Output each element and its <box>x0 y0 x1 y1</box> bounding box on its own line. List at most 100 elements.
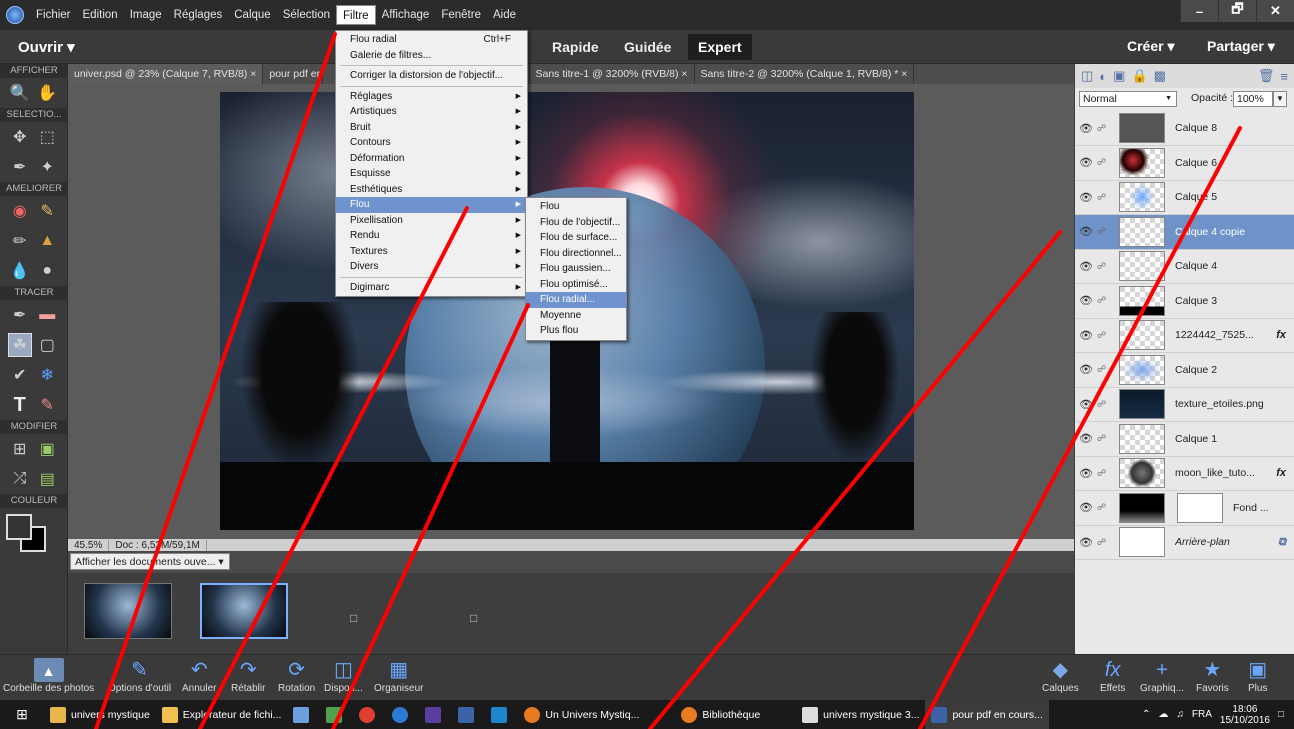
taskbar-item-active[interactable]: pour pdf en cours... <box>925 700 1049 729</box>
blur-submenu-item[interactable]: Flou radial... <box>526 292 626 308</box>
layer-row[interactable]: 👁 ☍ Calque 1 <box>1075 422 1294 457</box>
taskbar-item[interactable]: univers mystique <box>44 700 156 729</box>
rotate-button[interactable]: ⟳ Rotation <box>278 657 315 694</box>
content-aware-move-icon[interactable]: ⤮ <box>8 467 32 491</box>
layer-row[interactable]: 👁 ☍ Arrière-plan ⧉ <box>1075 525 1294 560</box>
eye-icon[interactable]: 👁 <box>1075 225 1097 238</box>
crop-icon[interactable]: ⊞ <box>8 437 32 461</box>
network-icon[interactable]: ☁ <box>1158 709 1168 720</box>
eye-icon[interactable]: 👁 <box>1075 329 1097 342</box>
blur-submenu-item[interactable]: Flou de l'objectif... <box>526 215 626 231</box>
menu-selection[interactable]: Sélection <box>277 5 336 25</box>
layer-row[interactable]: 👁 ☍ Fond ... <box>1075 491 1294 526</box>
filter-menu-item[interactable]: Flou radial Ctrl+F <box>336 32 527 48</box>
link-icon[interactable]: ☍ <box>1097 537 1111 548</box>
blur-submenu-item[interactable]: Flou de surface... <box>526 230 626 246</box>
taskbar-item[interactable]: Explorateur de fichi... <box>156 700 288 729</box>
lock-transparency-icon[interactable]: ▩ <box>1154 68 1166 84</box>
taskbar-item[interactable]: Bibliothèque <box>675 700 766 729</box>
photo-bin-button[interactable]: ▲ Corbeille des photos <box>3 657 94 694</box>
tray-chevron-icon[interactable]: ⌃ <box>1142 709 1150 720</box>
more-button[interactable]: ▣ Plus <box>1248 657 1267 694</box>
blur-submenu-item[interactable]: Flou gaussien... <box>526 261 626 277</box>
menu-image[interactable]: Image <box>124 5 168 25</box>
eye-icon[interactable]: 👁 <box>1075 398 1097 411</box>
effects-button[interactable]: fx Effets <box>1100 657 1125 694</box>
filter-menu-item[interactable]: Digimarc ▶ <box>336 280 527 296</box>
eye-icon[interactable]: 👁 <box>1075 467 1097 480</box>
recompose-icon[interactable]: ▣ <box>35 437 59 461</box>
layer-mask-icon[interactable]: ▣ <box>1113 68 1125 84</box>
filter-menu-item[interactable]: Esquisse ▶ <box>336 166 527 182</box>
show-open-docs-dropdown[interactable]: Afficher les documents ouve... ▾ <box>70 553 230 570</box>
filter-menu-item[interactable]: Réglages ▶ <box>336 89 527 105</box>
blur-icon[interactable]: 💧 <box>8 259 32 283</box>
filter-menu-item[interactable]: Artistiques ▶ <box>336 104 527 120</box>
layer-row[interactable]: 👁 ☍ Calque 6 <box>1075 146 1294 181</box>
doc-tab[interactable]: Sans titre-2 @ 3200% (Calque 1, RVB/8) *… <box>695 64 915 84</box>
link-icon[interactable]: ☍ <box>1097 295 1111 306</box>
quick-select-icon[interactable]: ✦ <box>35 155 59 179</box>
blur-submenu-item[interactable]: Flou <box>526 199 626 215</box>
paint-bucket-icon[interactable]: ☘ <box>7 333 32 357</box>
layer-row[interactable]: 👁 ☍ 1224442_7525... fx <box>1075 318 1294 353</box>
menu-fenetre[interactable]: Fenêtre <box>435 5 487 25</box>
layers-button[interactable]: ◆ Calques <box>1042 657 1079 694</box>
eye-icon[interactable]: 👁 <box>1075 432 1097 445</box>
filter-menu-item[interactable]: Corriger la distorsion de l'objectif... <box>336 68 527 84</box>
eye-icon[interactable]: 👁 <box>1075 156 1097 169</box>
menu-calque[interactable]: Calque <box>228 5 276 25</box>
lasso-icon[interactable]: ✒ <box>8 155 32 179</box>
panel-menu-icon[interactable]: ≡ <box>1280 69 1288 84</box>
open-button[interactable]: Ouvrir ▾ <box>18 38 75 56</box>
doc-tab[interactable]: pour pdf en co <box>263 64 324 84</box>
link-icon[interactable]: ☍ <box>1097 399 1111 410</box>
hand-icon[interactable]: ✋ <box>35 81 59 105</box>
taskbar-item[interactable] <box>452 700 485 729</box>
tool-options-button[interactable]: ✎ Options d'outil <box>108 657 171 694</box>
filter-menu-item[interactable]: Textures ▶ <box>336 244 527 260</box>
link-icon[interactable]: ☍ <box>1097 192 1111 203</box>
foreground-color-swatch[interactable] <box>6 514 32 540</box>
layout-button[interactable]: ◫ Dispos... <box>324 657 363 694</box>
photo-bin-thumb-selected[interactable] <box>200 583 288 639</box>
tab-rapide[interactable]: Rapide <box>542 34 609 60</box>
menu-affichage[interactable]: Affichage <box>376 5 436 25</box>
brush-icon[interactable]: ✒ <box>8 303 32 327</box>
gradient-icon[interactable]: ▢ <box>35 333 59 357</box>
taskbar-item[interactable] <box>320 700 353 729</box>
favorites-button[interactable]: ★ Favoris <box>1196 657 1229 694</box>
link-icon[interactable]: ☍ <box>1097 330 1111 341</box>
taskbar-item[interactable]: univers mystique 3... <box>796 700 925 729</box>
filter-menu-item[interactable]: Flou ▶ <box>336 197 527 213</box>
minimize-button[interactable]: – <box>1180 0 1218 22</box>
marquee-icon[interactable]: ⬚ <box>35 125 59 149</box>
opacity-input[interactable]: 100% <box>1233 91 1273 107</box>
filter-menu-item[interactable]: Galerie de filtres... <box>336 48 527 64</box>
layer-row[interactable]: 👁 ☍ Calque 4 <box>1075 249 1294 284</box>
blur-submenu-item[interactable]: Flou optimisé... <box>526 277 626 293</box>
doc-tab[interactable]: Sans titre-1 @ 3200% (RVB/8) × <box>530 64 695 84</box>
straighten-icon[interactable]: ▤ <box>35 467 59 491</box>
link-icon[interactable]: ☍ <box>1097 261 1111 272</box>
trash-icon[interactable]: 🗑 <box>1258 68 1275 84</box>
filter-menu-item[interactable]: Déformation ▶ <box>336 151 527 167</box>
menu-reglages[interactable]: Réglages <box>168 5 229 25</box>
filter-menu-item[interactable]: Contours ▶ <box>336 135 527 151</box>
start-button[interactable]: ⊞ <box>0 700 44 729</box>
link-icon[interactable]: ☍ <box>1097 502 1111 513</box>
taskbar-item[interactable] <box>485 700 518 729</box>
layer-row[interactable]: 👁 ☍ moon_like_tuto... fx <box>1075 456 1294 491</box>
tab-guidee[interactable]: Guidée <box>614 34 681 60</box>
sponge-icon[interactable]: ● <box>35 259 59 283</box>
share-button[interactable]: Partager ▾ <box>1207 38 1275 55</box>
blend-mode-select[interactable]: Normal ▼ <box>1079 91 1177 107</box>
menu-filtre[interactable]: Filtre <box>336 5 376 25</box>
taskbar-item[interactable] <box>287 700 320 729</box>
eye-icon[interactable]: 👁 <box>1075 501 1097 514</box>
redo-button[interactable]: ↷ Rétablir <box>231 657 265 694</box>
link-icon[interactable]: ☍ <box>1097 226 1111 237</box>
opacity-dropdown-button[interactable]: ▼ <box>1273 91 1287 107</box>
menu-fichier[interactable]: Fichier <box>30 5 77 25</box>
eraser-icon[interactable]: ▬ <box>35 303 59 327</box>
